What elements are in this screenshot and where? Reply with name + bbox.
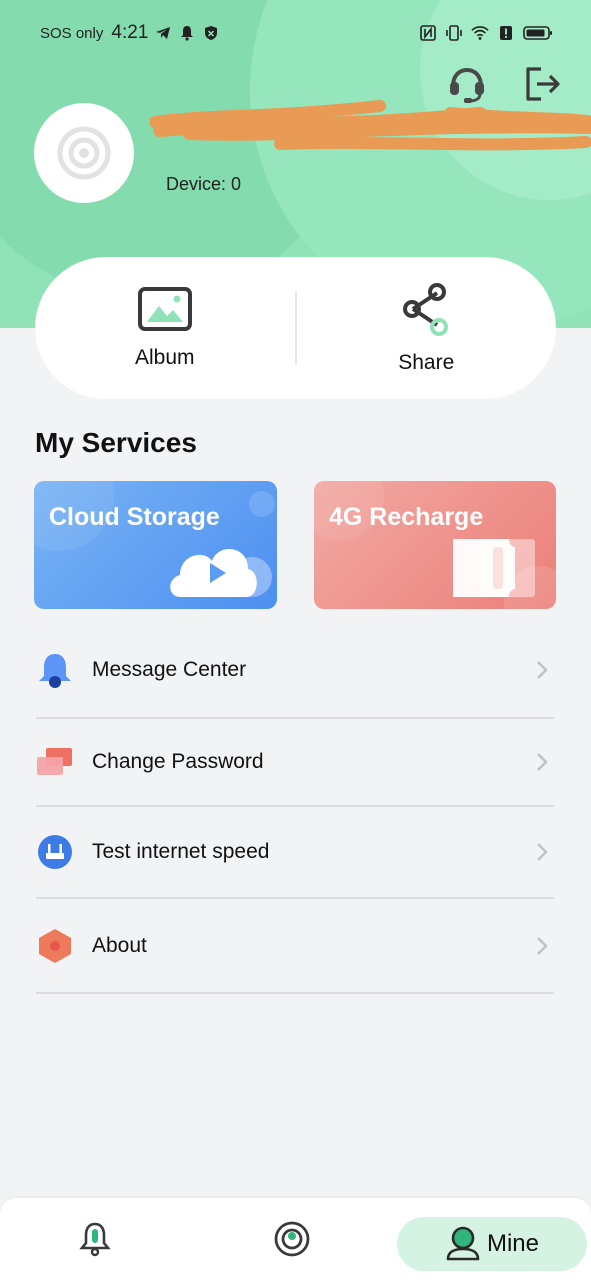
menu-label: Message Center [92,657,247,681]
nfc-icon [419,24,437,42]
quick-actions-card: Album Share [35,257,556,399]
hexagon-icon [36,927,74,965]
status-time: 4:21 [111,22,149,43]
user-icon [446,1226,480,1261]
cards-icon [36,743,74,781]
wifi-icon [471,24,489,42]
settings-menu: Message Center Change Password Test inte… [36,622,554,994]
menu-label: Change Password [92,750,264,773]
nav-tab-mine[interactable]: Mine [397,1217,587,1271]
menu-item-change-password[interactable]: Change Password [36,719,554,807]
album-label: Album [134,346,195,369]
telegram-icon [154,24,172,42]
album-button[interactable]: Album [35,257,295,399]
cloud-storage-label: Cloud Storage [49,503,220,531]
menu-label: About [92,933,147,957]
section-title-services: My Services [35,427,197,458]
bell-icon [36,651,74,689]
cloud-play-icon [170,549,272,597]
chevron-right-icon [537,660,548,679]
menu-item-about[interactable]: About [36,899,554,994]
device-count: Device: 0 [166,174,242,194]
alarm-bell-icon [79,1222,111,1257]
bell-icon [178,24,196,42]
nav-tab-camera[interactable] [255,1198,335,1280]
username-redacted [149,92,591,158]
status-bar: SOS only 4:21 [0,0,591,66]
cloud-storage-card[interactable]: Cloud Storage [34,481,277,609]
chevron-right-icon [537,936,548,955]
menu-item-message-center[interactable]: Message Center [36,622,554,719]
bottom-nav: Mine [0,1198,591,1280]
avatar[interactable] [34,103,134,203]
chevron-right-icon [537,753,548,771]
menu-label: Test internet speed [92,840,270,863]
image-icon [137,287,192,331]
carrier-text: SOS only [40,24,104,42]
alert-icon [497,24,515,42]
4g-recharge-card[interactable]: 4G Recharge [314,481,556,609]
share-icon [403,283,449,336]
battery-icon [523,24,553,42]
sim-card-icon [453,539,535,597]
chevron-right-icon [537,843,548,861]
router-icon [36,833,74,871]
shield-icon [202,24,220,42]
user-avatar-icon [57,126,111,180]
nav-tab-alarm[interactable] [58,1198,138,1280]
vibrate-icon [445,24,463,42]
camera-lens-icon [274,1221,310,1257]
4g-recharge-label: 4G Recharge [329,503,484,531]
share-button[interactable]: Share [297,257,557,399]
menu-item-test-internet-speed[interactable]: Test internet speed [36,807,554,899]
share-label: Share [398,351,455,374]
nav-label-mine: Mine [486,1230,540,1257]
